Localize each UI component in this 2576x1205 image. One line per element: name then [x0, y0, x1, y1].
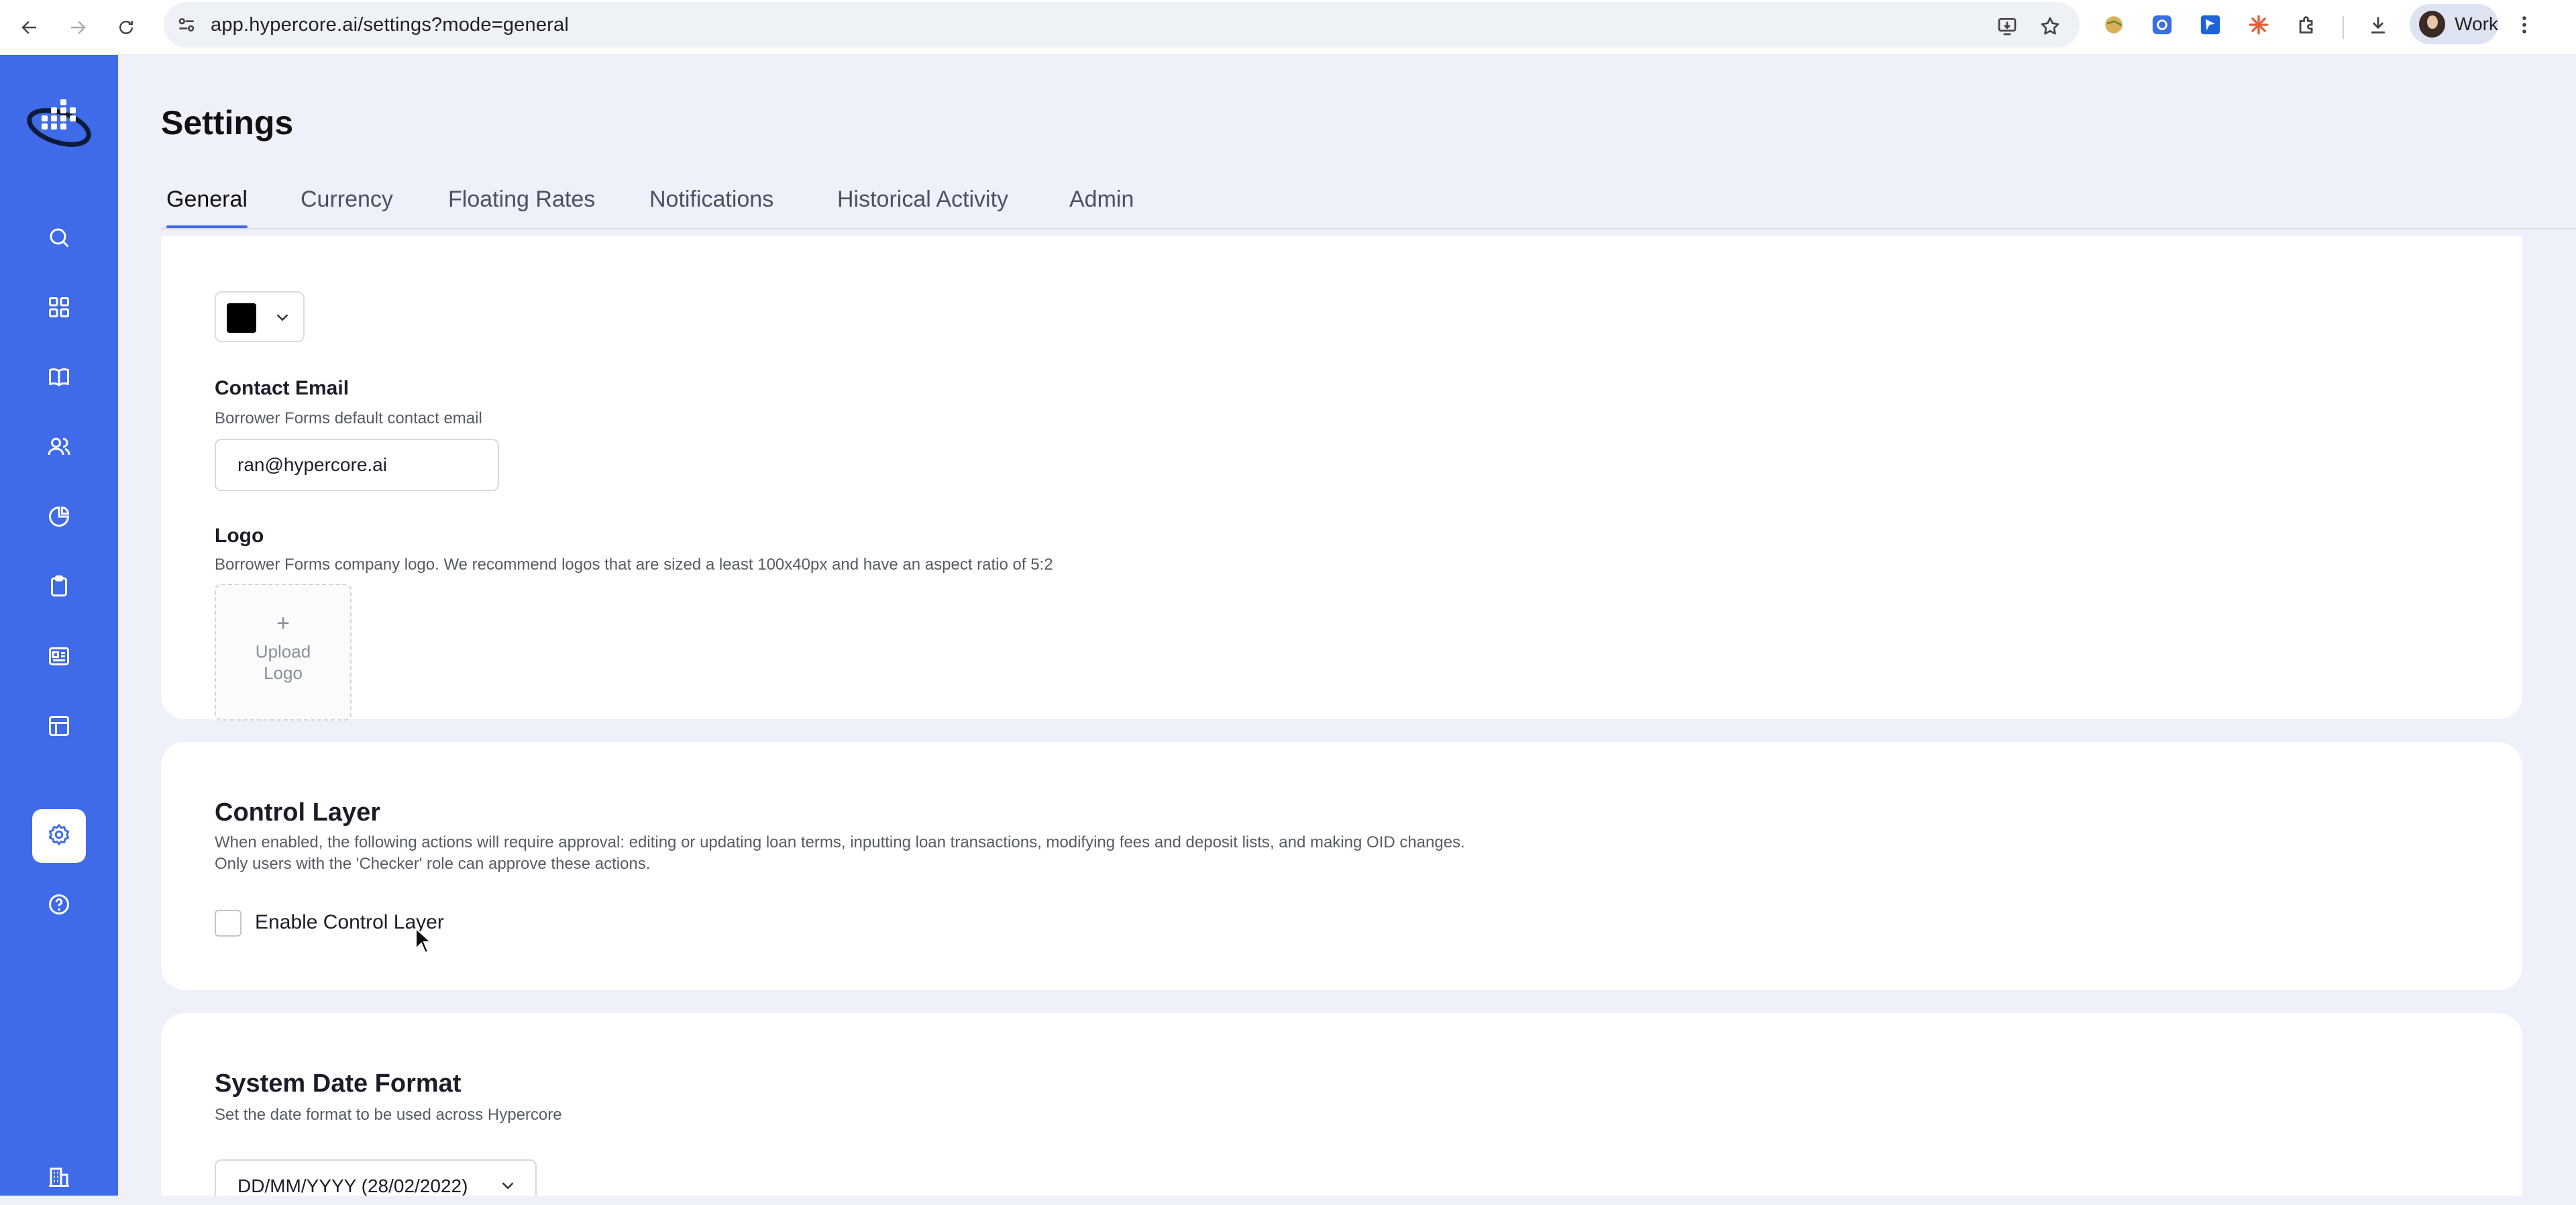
extensions-puzzle-icon[interactable]: [2294, 12, 2320, 38]
search-icon: [47, 225, 71, 253]
logo-label: Logo: [215, 525, 264, 547]
book-icon: [47, 365, 71, 392]
install-app-icon[interactable]: [1994, 13, 2021, 40]
system-date-format-card: System Date Format Set the date format t…: [161, 1013, 2522, 1196]
tab-historical-activity[interactable]: Historical Activity: [837, 187, 1008, 227]
brand-color-select[interactable]: [215, 291, 305, 342]
profile-button[interactable]: Work: [2410, 4, 2498, 44]
tab-notifications[interactable]: Notifications: [649, 187, 773, 227]
upload-logo-label-line2: Logo: [264, 663, 303, 683]
contact-email-field[interactable]: [215, 439, 499, 491]
hypercore-logo[interactable]: [24, 93, 94, 152]
table-icon: [47, 714, 71, 741]
tab-currency[interactable]: Currency: [301, 187, 393, 227]
enable-control-layer-checkbox[interactable]: [215, 910, 241, 937]
borrower-forms-card: Contact Email Borrower Forms default con…: [161, 236, 2522, 721]
sidebar-item-library[interactable]: [32, 352, 86, 405]
contact-email-description: Borrower Forms default contact email: [215, 409, 482, 427]
contact-email-label: Contact Email: [215, 377, 350, 399]
users-icon: [47, 435, 71, 462]
chevron-down-icon: [272, 307, 292, 331]
color-swatch: [227, 303, 256, 333]
bookmark-star-icon[interactable]: [2037, 13, 2063, 40]
site-settings-icon[interactable]: [176, 14, 197, 36]
forward-icon[interactable]: [62, 11, 94, 44]
profile-avatar: [2419, 11, 2446, 38]
tab-admin[interactable]: Admin: [1069, 187, 1134, 227]
chevron-down-icon: [498, 1175, 518, 1196]
plus-icon: +: [276, 611, 290, 636]
profile-label: Work: [2455, 13, 2498, 34]
sidebar-item-tables[interactable]: [32, 700, 86, 754]
control-layer-description-line2: Only users with the 'Checker' role can a…: [215, 855, 651, 873]
settings-page: Settings General Currency Floating Rates…: [118, 55, 2576, 1196]
app-sidebar: [0, 55, 118, 1196]
system-date-format-title: System Date Format: [215, 1069, 462, 1098]
sidebar-item-search[interactable]: [32, 212, 86, 266]
logo-description: Borrower Forms company logo. We recommen…: [215, 556, 1053, 574]
browser-toolbar: app.hypercore.ai/settings?mode=general W…: [0, 0, 2576, 55]
upload-logo-button[interactable]: + Upload Logo: [215, 584, 352, 721]
control-layer-title: Control Layer: [215, 798, 381, 827]
settings-tabs: General Currency Floating Rates Notifica…: [161, 187, 2576, 229]
date-format-value: DD/MM/YYYY (28/02/2022): [237, 1175, 468, 1196]
back-icon[interactable]: [13, 11, 46, 44]
reload-icon[interactable]: [110, 11, 142, 44]
extension-flag-icon[interactable]: [2198, 12, 2223, 38]
extension-burst-icon[interactable]: [2246, 12, 2271, 38]
date-format-select[interactable]: DD/MM/YYYY (28/02/2022): [215, 1159, 537, 1196]
page-title: Settings: [161, 104, 294, 142]
sidebar-item-help[interactable]: [32, 879, 86, 933]
download-icon[interactable]: [2365, 12, 2391, 38]
tab-floating-rates[interactable]: Floating Rates: [448, 187, 595, 227]
control-layer-card: Control Layer When enabled, the followin…: [161, 742, 2522, 990]
mouse-cursor-icon: [415, 927, 433, 957]
address-bar[interactable]: app.hypercore.ai/settings?mode=general: [164, 2, 2080, 48]
control-layer-description-line1: When enabled, the following actions will…: [215, 833, 1465, 851]
extension-globe-icon[interactable]: [2101, 12, 2127, 38]
dashboard-grid-icon: [47, 295, 71, 323]
url-text: app.hypercore.ai/settings?mode=general: [211, 14, 569, 36]
sidebar-item-organization[interactable]: [32, 1151, 86, 1205]
more-menu-icon[interactable]: [2512, 12, 2537, 38]
sidebar-item-tasks[interactable]: [32, 561, 86, 615]
sidebar-item-reports[interactable]: [32, 491, 86, 545]
gear-icon: [47, 823, 71, 850]
pie-chart-icon: [47, 505, 71, 532]
tab-general[interactable]: General: [166, 187, 248, 228]
building-icon: [47, 1165, 71, 1192]
sidebar-item-users[interactable]: [32, 421, 86, 475]
clipboard-icon: [47, 574, 71, 602]
sidebar-item-cards[interactable]: [32, 631, 86, 684]
extension-blue-gear-icon[interactable]: [2149, 12, 2175, 38]
sidebar-item-dashboard[interactable]: [32, 282, 86, 335]
upload-logo-label-line1: Upload: [255, 641, 311, 662]
system-date-format-description: Set the date format to be used across Hy…: [215, 1106, 562, 1124]
sidebar-item-settings[interactable]: [32, 809, 86, 863]
help-icon: [47, 892, 71, 920]
card-list-icon: [47, 644, 71, 672]
toolbar-divider: [2343, 16, 2344, 39]
